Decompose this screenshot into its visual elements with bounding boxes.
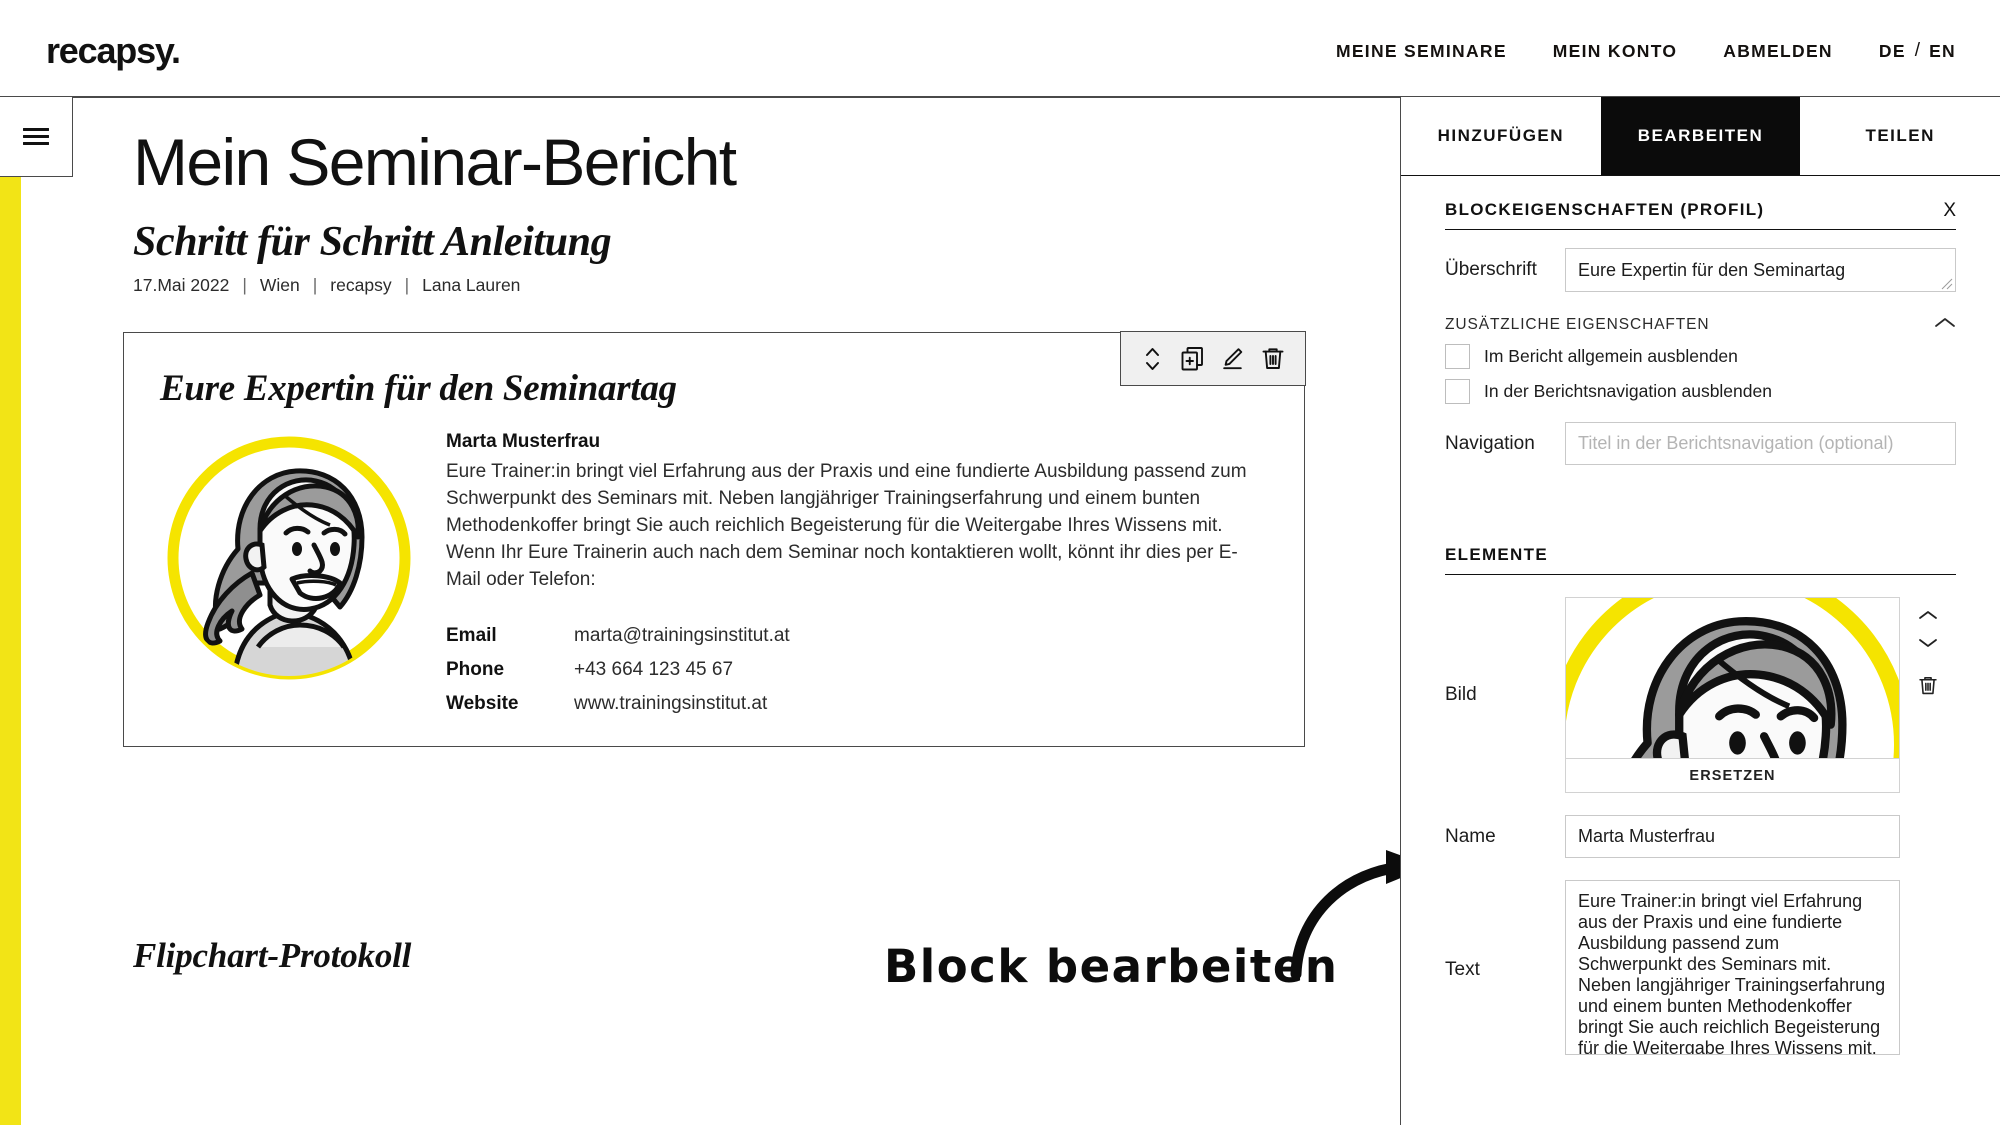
annotation-label: Block bearbeiten	[884, 940, 1339, 993]
move-down-icon[interactable]	[1918, 637, 1938, 649]
lang-en[interactable]: EN	[1929, 41, 1956, 62]
elements-header: ELEMENTE	[1445, 521, 1956, 575]
delete-icon[interactable]	[1918, 675, 1938, 696]
block-toolbar	[1119, 331, 1306, 387]
heading-field-row: Überschrift	[1445, 248, 1956, 292]
text-textarea[interactable]	[1565, 880, 1900, 1055]
contact-value-email: marta@trainingsinstitut.at	[574, 625, 790, 646]
editor-panel: HINZUFÜGEN BEARBEITEN TEILEN BLOCKEIGENS…	[1400, 97, 2000, 1125]
nav-item-mein-konto[interactable]: MEIN KONTO	[1553, 41, 1678, 62]
element-name-control	[1565, 815, 1900, 858]
element-image-card: ERSETZEN	[1565, 597, 1900, 793]
checkbox-hide-in-report[interactable]	[1445, 344, 1470, 369]
tab-hinzufuegen[interactable]: HINZUFÜGEN	[1401, 97, 1601, 175]
accent-rail	[0, 177, 21, 1125]
checkbox-hide-in-navigation[interactable]	[1445, 379, 1470, 404]
chevron-up-icon[interactable]	[1934, 316, 1956, 334]
profile-avatar	[164, 433, 414, 683]
replace-image-button[interactable]: ERSETZEN	[1566, 758, 1899, 792]
meta-organisation: recapsy	[330, 275, 392, 295]
checkbox-row-hide-in-report[interactable]: Im Bericht allgemein ausblenden	[1445, 344, 1956, 369]
tab-teilen[interactable]: TEILEN	[1800, 97, 2000, 175]
navigation-input[interactable]	[1565, 422, 1956, 465]
delete-icon[interactable]	[1256, 342, 1290, 376]
meta-separator: |	[242, 275, 247, 295]
meta-date: 17.Mai 2022	[133, 275, 230, 295]
meta-author: Lana Lauren	[422, 275, 521, 295]
content-block-flipchart-heading: Flipchart-Protokoll	[133, 936, 412, 975]
panel-body: BLOCKEIGENSCHAFTEN (PROFIL) X Überschrif…	[1401, 176, 2000, 1060]
app-root: recapsy. MEINE SEMINARE MEIN KONTO ABMEL…	[0, 0, 2000, 1125]
brand-logo[interactable]: recapsy.	[46, 30, 181, 72]
contact-value-website: www.trainingsinstitut.at	[574, 692, 768, 714]
move-icon[interactable]	[1136, 342, 1170, 376]
navigation-field-label: Navigation	[1445, 432, 1535, 454]
element-label-name: Name	[1445, 825, 1496, 847]
page-title: Mein Seminar-Bericht	[133, 125, 737, 199]
name-input[interactable]	[1565, 815, 1900, 858]
close-icon[interactable]: X	[1943, 201, 1956, 220]
move-up-icon[interactable]	[1918, 609, 1938, 621]
heading-field-label: Überschrift	[1445, 259, 1537, 280]
checkbox-label-hide-in-navigation: In der Berichtsnavigation ausblenden	[1484, 381, 1772, 401]
meta-location: Wien	[259, 275, 300, 295]
elements-title: ELEMENTE	[1445, 545, 1548, 564]
profile-description: Eure Trainer:in bringt viel Erfahrung au…	[446, 461, 1247, 590]
additional-properties-title: ZUSÄTZLICHE EIGENSCHAFTEN	[1445, 316, 1710, 333]
hamburger-icon	[23, 127, 49, 146]
element-text-control	[1565, 880, 1900, 1060]
top-navigation: MEINE SEMINARE MEIN KONTO ABMELDEN DE / …	[1336, 40, 1956, 62]
element-image-controls	[1900, 597, 1956, 696]
meta-separator: |	[312, 275, 318, 295]
checkbox-label-hide-in-report: Im Bericht allgemein ausblenden	[1484, 346, 1738, 366]
element-row-image: Bild ERSETZEN	[1445, 597, 1956, 793]
heading-field-control	[1565, 248, 1956, 292]
nav-item-abmelden[interactable]: ABMELDEN	[1723, 41, 1833, 62]
element-label-text: Text	[1445, 959, 1480, 980]
additional-properties-header[interactable]: ZUSÄTZLICHE EIGENSCHAFTEN	[1445, 316, 1956, 334]
tab-bearbeiten[interactable]: BEARBEITEN	[1600, 97, 1801, 175]
element-row-text: Text	[1445, 880, 1956, 1060]
page-subtitle: Schritt für Schritt Anleitung	[133, 219, 612, 265]
contact-label-website: Website	[446, 692, 519, 714]
profile-name: Marta Musterfrau	[446, 431, 601, 452]
contact-value-phone: +43 664 123 45 67	[574, 658, 734, 680]
contact-row-phone: Phone +43 664 123 45 67	[446, 657, 1146, 684]
block-properties-title: BLOCKEIGENSCHAFTEN (PROFIL)	[1445, 200, 1765, 219]
panel-tabs: HINZUFÜGEN BEARBEITEN TEILEN	[1401, 97, 2000, 176]
element-text-controls-spacer	[1900, 880, 1956, 892]
contact-row-email: Email marta@trainingsinstitut.at	[446, 623, 1146, 650]
element-label-image: Bild	[1445, 684, 1477, 705]
profile-contact-list: Email marta@trainingsinstitut.at Phone +…	[446, 623, 1146, 725]
heading-input[interactable]	[1565, 248, 1956, 292]
avatar-thumbnail-illustration	[1566, 598, 1899, 758]
contact-row-website: Website www.trainingsinstitut.at	[446, 691, 1146, 718]
image-thumbnail[interactable]	[1566, 598, 1899, 758]
navigation-field-control	[1565, 422, 1956, 465]
meta-separator: |	[404, 275, 410, 295]
contact-label-email: Email	[446, 625, 497, 646]
edit-icon[interactable]	[1216, 342, 1250, 376]
block-heading: Eure Expertin für den Seminartag	[160, 368, 677, 409]
duplicate-icon[interactable]	[1176, 342, 1210, 376]
sidebar-toggle-button[interactable]	[0, 97, 73, 177]
element-row-name: Name	[1445, 815, 1956, 858]
profile-text: Marta Musterfrau Eure Trainer:in bringt …	[446, 431, 1266, 594]
lang-separator: /	[1914, 40, 1921, 61]
nav-item-meine-seminare[interactable]: MEINE SEMINARE	[1336, 41, 1507, 62]
navigation-field-row: Navigation	[1445, 422, 1956, 465]
contact-label-phone: Phone	[446, 658, 505, 680]
element-name-controls-spacer	[1900, 815, 1956, 827]
content-block-profil[interactable]: Eure Expertin für den Seminartag Marta M…	[123, 331, 1306, 747]
lang-de[interactable]: DE	[1879, 41, 1906, 62]
document-meta: 17.Mai 2022 | Wien | recapsy | Lana Laur…	[133, 275, 520, 296]
block-properties-header: BLOCKEIGENSCHAFTEN (PROFIL) X	[1445, 176, 1956, 230]
avatar-illustration	[167, 436, 411, 680]
top-bar: recapsy. MEINE SEMINARE MEIN KONTO ABMEL…	[0, 0, 2000, 97]
language-switcher: DE / EN	[1879, 40, 1956, 62]
checkbox-row-hide-in-navigation[interactable]: In der Berichtsnavigation ausblenden	[1445, 379, 1956, 404]
